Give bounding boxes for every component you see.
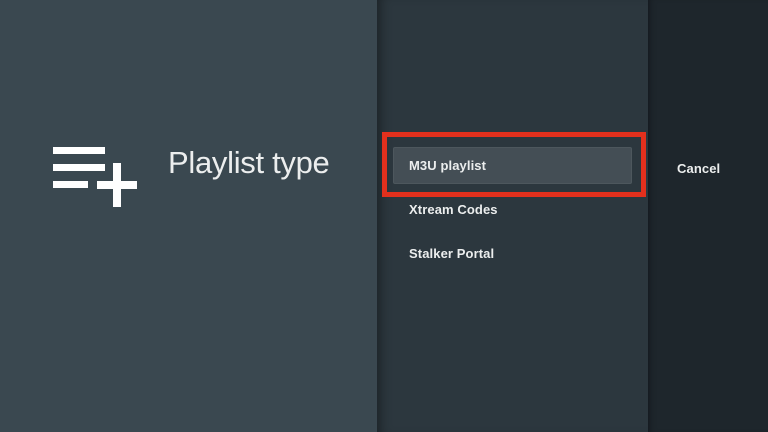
option-m3u-playlist[interactable]: M3U playlist [377,144,648,188]
cancel-button[interactable]: Cancel [677,156,720,182]
actions-panel: Cancel [648,0,768,432]
option-label: Stalker Portal [409,246,495,261]
dialog-header-panel: Playlist type [0,0,377,432]
playlist-type-option-list: M3U playlist Xtream Codes Stalker Portal [377,144,648,276]
option-stalker-portal[interactable]: Stalker Portal [377,232,648,276]
options-panel: M3U playlist Xtream Codes Stalker Portal [377,0,648,432]
option-label: Xtream Codes [409,202,498,217]
option-label: M3U playlist [409,158,487,173]
playlist-add-icon [53,147,139,209]
option-xtream-codes[interactable]: Xtream Codes [377,188,648,232]
playlist-type-dialog: Playlist type M3U playlist Xtream Codes … [0,0,768,432]
dialog-title: Playlist type [168,145,330,180]
